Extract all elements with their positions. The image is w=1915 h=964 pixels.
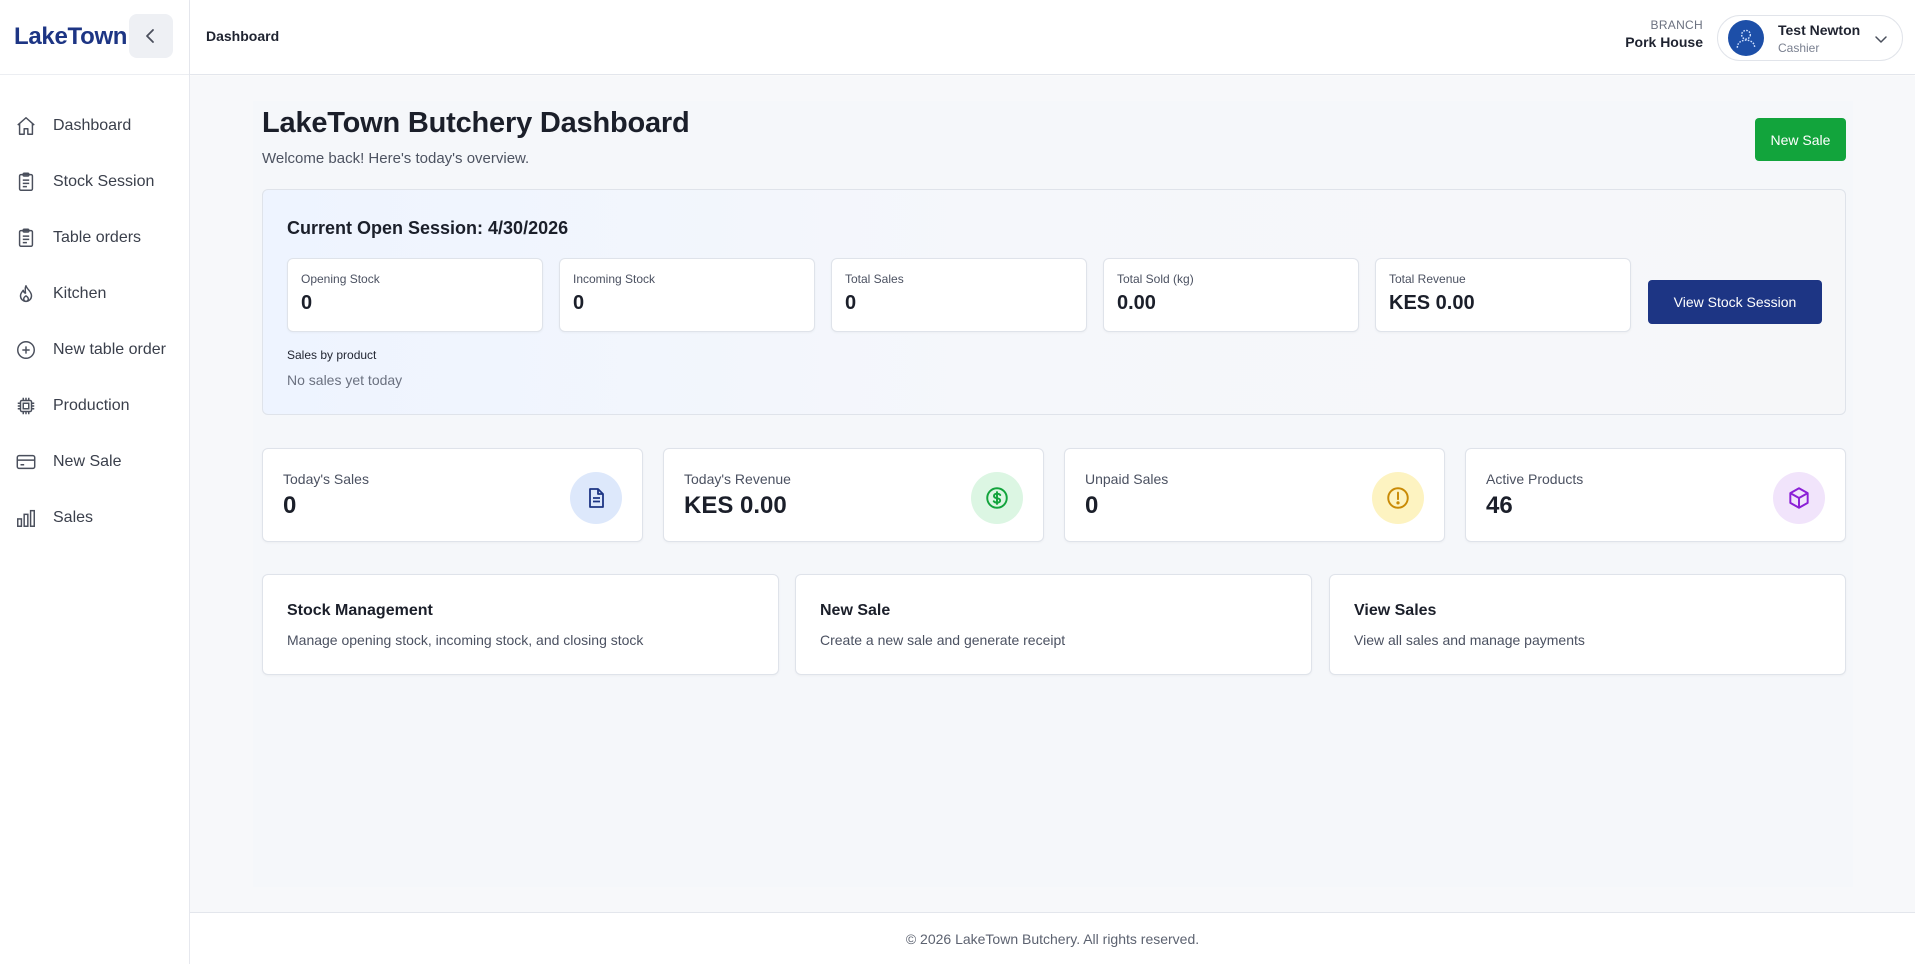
new-sale-button[interactable]: New Sale (1755, 118, 1846, 161)
stat-total-revenue: Total Revenue KES 0.00 (1375, 258, 1631, 332)
stat-value: KES 0.00 (1389, 292, 1475, 314)
copyright-text: © 2026 LakeTown Butchery. All rights res… (905, 930, 1200, 947)
kpi-label: Active Products (1486, 471, 1584, 487)
stat-label: Total Sold (kg) (1117, 272, 1194, 286)
kpi-label: Today's Sales (283, 471, 369, 487)
stat-value: 0 (845, 292, 857, 314)
plus-circle-icon (14, 338, 38, 362)
card-title: Stock Management (287, 602, 433, 619)
sidebar-item-label: Table orders (53, 229, 142, 246)
user-menu-button[interactable]: Test Newton Cashier (1717, 15, 1903, 61)
sidebar-item-label: Kitchen (53, 285, 107, 302)
brand-logo[interactable]: LakeTown (14, 23, 127, 51)
sales-by-product-label: Sales by product (287, 348, 377, 362)
kpi-value: 46 (1486, 492, 1513, 519)
top-bar: Dashboard BRANCH Pork House Test Newton … (190, 0, 1915, 75)
bar-chart-icon (14, 506, 38, 530)
kpi-label: Today's Revenue (684, 471, 791, 487)
stat-value: 0.00 (1117, 292, 1156, 314)
footer: © 2026 LakeTown Butchery. All rights res… (190, 912, 1915, 964)
sidebar-item-label: Sales (53, 509, 94, 526)
kpi-value: 0 (283, 492, 297, 519)
open-session-card: Current Open Session: 4/30/2026 Opening … (262, 189, 1846, 415)
stock-management-card[interactable]: Stock Management Manage opening stock, i… (262, 574, 779, 675)
sidebar-item-label: Production (53, 397, 130, 414)
card-title: New Sale (820, 602, 891, 619)
new-sale-card[interactable]: New Sale Create a new sale and generate … (795, 574, 1312, 675)
sidebar-item-table-orders[interactable]: Table orders (0, 210, 190, 266)
dollar-icon (971, 472, 1023, 524)
sidebar-item-production[interactable]: Production (0, 378, 190, 434)
kpi-label: Unpaid Sales (1085, 471, 1169, 487)
stat-total-sales: Total Sales 0 (831, 258, 1087, 332)
flame-icon (14, 282, 38, 306)
sidebar-item-sales[interactable]: Sales (0, 490, 190, 546)
clipboard-icon (14, 170, 38, 194)
stat-label: Opening Stock (301, 272, 380, 286)
clipboard-icon (14, 226, 38, 250)
kpi-todays-revenue: Today's Revenue KES 0.00 (663, 448, 1044, 542)
stat-label: Incoming Stock (573, 272, 656, 286)
stat-incoming-stock: Incoming Stock 0 (559, 258, 815, 332)
card-description: View all sales and manage payments (1354, 632, 1585, 648)
kpi-value: KES 0.00 (684, 492, 787, 519)
page-subtitle: Welcome back! Here's today's overview. (262, 150, 530, 167)
credit-card-icon (14, 450, 38, 474)
sidebar-item-stock-session[interactable]: Stock Session (0, 154, 190, 210)
stat-label: Total Revenue (1389, 272, 1466, 286)
kpi-unpaid-sales: Unpaid Sales 0 (1064, 448, 1445, 542)
sidebar-nav: Dashboard Stock Session Table orders Kit… (0, 98, 190, 546)
kpi-active-products: Active Products 46 (1465, 448, 1846, 542)
view-stock-session-button[interactable]: View Stock Session (1648, 280, 1822, 324)
stat-opening-stock: Opening Stock 0 (287, 258, 543, 332)
home-icon (14, 114, 38, 138)
stat-value: 0 (573, 292, 585, 314)
sidebar-item-label: Dashboard (53, 117, 132, 134)
sidebar-item-label: New Sale (53, 453, 122, 470)
box-icon (1773, 472, 1825, 524)
sidebar-item-label: New table order (53, 341, 166, 358)
document-icon (570, 472, 622, 524)
session-title: Current Open Session: 4/30/2026 (287, 218, 569, 238)
chip-icon (14, 394, 38, 418)
collapse-sidebar-button[interactable] (129, 14, 173, 58)
sidebar-item-dashboard[interactable]: Dashboard (0, 98, 190, 154)
chevron-down-icon (1875, 36, 1887, 43)
alert-icon (1372, 472, 1424, 524)
sidebar: LakeTown Dashboard Stock Session Table o… (0, 0, 190, 964)
user-role: Cashier (1778, 40, 1820, 55)
kpi-value: 0 (1085, 492, 1099, 519)
avatar (1728, 20, 1764, 56)
breadcrumb: Dashboard (206, 28, 280, 44)
card-description: Manage opening stock, incoming stock, an… (287, 632, 644, 648)
sidebar-item-label: Stock Session (53, 173, 155, 190)
stat-total-sold-kg: Total Sold (kg) 0.00 (1103, 258, 1359, 332)
branch-caption: BRANCH (1650, 18, 1703, 32)
user-icon (1736, 29, 1756, 48)
card-description: Create a new sale and generate receipt (820, 632, 1066, 648)
stat-value: 0 (301, 292, 313, 314)
branch-info: BRANCH Pork House (1625, 18, 1703, 50)
user-name: Test Newton (1778, 21, 1861, 38)
sidebar-item-new-sale[interactable]: New Sale (0, 434, 190, 490)
card-title: View Sales (1354, 602, 1437, 619)
sidebar-item-kitchen[interactable]: Kitchen (0, 266, 190, 322)
stat-label: Total Sales (845, 272, 904, 286)
view-sales-card[interactable]: View Sales View all sales and manage pay… (1329, 574, 1846, 675)
chevron-left-icon (146, 29, 154, 43)
kpi-todays-sales: Today's Sales 0 (262, 448, 643, 542)
sales-by-product-empty: No sales yet today (287, 372, 403, 388)
sidebar-item-new-table-order[interactable]: New table order (0, 322, 190, 378)
page-title: LakeTown Butchery Dashboard (262, 107, 690, 139)
branch-name: Pork House (1625, 34, 1703, 50)
